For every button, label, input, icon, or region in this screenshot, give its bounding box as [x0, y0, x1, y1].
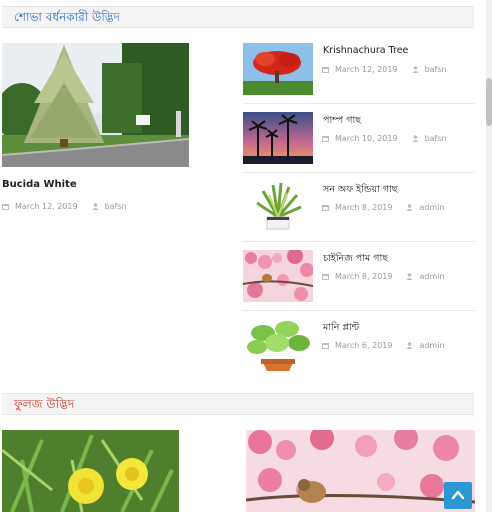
post-meta: March 8, 2019 admin — [322, 203, 445, 212]
user-icon — [406, 342, 413, 349]
section-title[interactable]: শোভা বর্ধনকারী উদ্ভিদ — [14, 10, 120, 25]
list-item: চাইনিজ পাম গাছ March 8, 2019 admin — [243, 250, 475, 314]
user-icon — [412, 135, 419, 142]
section-title[interactable]: ফুলজ উদ্ভিদ — [14, 397, 74, 412]
section-header-flowering: ফুলজ উদ্ভিদ — [2, 393, 474, 415]
post-thumbnail[interactable] — [243, 250, 313, 302]
calendar-icon — [322, 274, 329, 280]
post-title[interactable]: পাম্প গাছ — [323, 114, 361, 129]
featured-post-meta: March 12, 2019 bafsn — [2, 202, 127, 211]
section-header-ornamental: শোভা বর্ধনকারী উদ্ভিদ — [2, 6, 474, 28]
scrollbar-thumb[interactable] — [486, 78, 492, 126]
list-divider — [243, 310, 475, 311]
scroll-to-top-button[interactable] — [444, 482, 472, 509]
featured-post-image[interactable] — [2, 43, 189, 167]
calendar-icon — [2, 204, 9, 210]
featured-post-title[interactable]: Bucida White — [2, 179, 77, 190]
post-title[interactable]: Krishnachura Tree — [323, 45, 408, 56]
post-author[interactable]: admin — [419, 203, 444, 212]
flowering-post-image[interactable] — [246, 430, 475, 512]
post-thumbnail[interactable] — [243, 112, 313, 164]
calendar-icon — [322, 136, 329, 142]
calendar-icon — [322, 205, 329, 211]
list-item: সন অফ ইন্ডিয়া গাছ March 8, 2019 admin — [243, 181, 475, 245]
post-meta: March 8, 2019 admin — [322, 272, 445, 281]
user-icon — [406, 204, 413, 211]
list-divider — [243, 172, 475, 173]
post-title[interactable]: মানি প্লান্ট — [323, 321, 359, 336]
page-scrollbar[interactable] — [486, 0, 492, 512]
list-divider — [243, 103, 475, 104]
post-meta: March 6, 2019 admin — [322, 341, 445, 350]
post-author[interactable]: bafsn — [105, 202, 127, 211]
post-date[interactable]: March 8, 2019 — [335, 203, 392, 212]
post-author[interactable]: bafsn — [425, 65, 447, 74]
user-icon — [406, 273, 413, 280]
list-item: মানি প্লান্ট March 6, 2019 admin — [243, 319, 475, 383]
list-divider — [243, 241, 475, 242]
post-author[interactable]: bafsn — [425, 134, 447, 143]
post-date[interactable]: March 8, 2019 — [335, 272, 392, 281]
post-date[interactable]: March 12, 2019 — [15, 202, 78, 211]
post-date[interactable]: March 12, 2019 — [335, 65, 398, 74]
list-item: পাম্প গাছ March 10, 2019 bafsn — [243, 112, 475, 176]
calendar-icon — [322, 343, 329, 349]
post-date[interactable]: March 6, 2019 — [335, 341, 392, 350]
user-icon — [92, 203, 99, 210]
post-date[interactable]: March 10, 2019 — [335, 134, 398, 143]
post-thumbnail[interactable] — [243, 319, 313, 371]
flowering-post-image[interactable] — [2, 430, 179, 512]
post-title[interactable]: সন অফ ইন্ডিয়া গাছ — [323, 183, 398, 198]
list-item: Krishnachura Tree March 12, 2019 bafsn — [243, 43, 475, 107]
post-author[interactable]: admin — [419, 272, 444, 281]
post-meta: March 12, 2019 bafsn — [322, 65, 447, 74]
post-thumbnail[interactable] — [243, 181, 313, 233]
post-thumbnail[interactable] — [243, 43, 313, 95]
post-author[interactable]: admin — [419, 341, 444, 350]
user-icon — [412, 66, 419, 73]
calendar-icon — [322, 67, 329, 73]
chevron-up-icon — [451, 490, 465, 500]
post-meta: March 10, 2019 bafsn — [322, 134, 447, 143]
post-title[interactable]: চাইনিজ পাম গাছ — [323, 252, 388, 267]
